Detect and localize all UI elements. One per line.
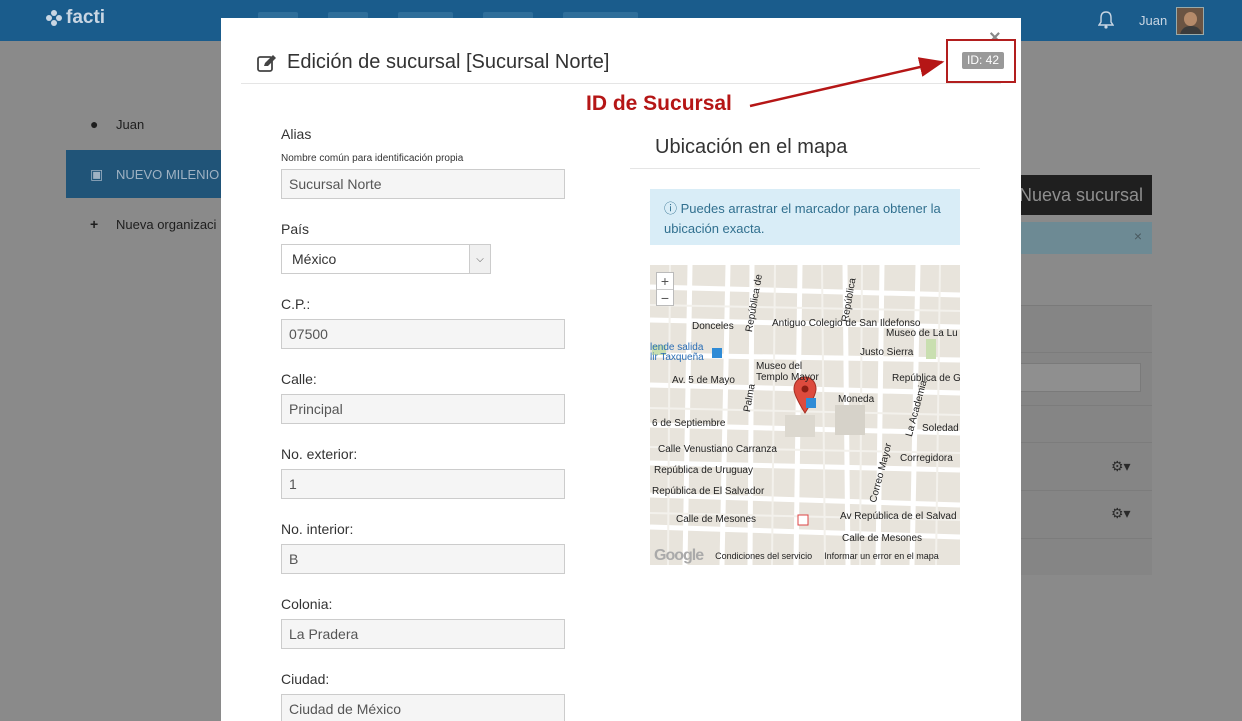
map-street-label: Av. 5 de Mayo	[672, 375, 735, 386]
id-highlight-frame: ID: 42	[946, 39, 1016, 83]
map-info-text: Puedes arrastrar el marcador para obtene…	[664, 201, 941, 236]
interior-number-input[interactable]: B	[281, 544, 565, 574]
alias-label: Alias	[281, 126, 312, 142]
zoom-out-button[interactable]: −	[657, 290, 673, 306]
divider	[1018, 442, 1152, 443]
branch-id-badge: ID: 42	[962, 52, 1005, 69]
country-label: País	[281, 221, 310, 237]
map-street-label: Calle de Mesones	[676, 514, 757, 525]
map-street-label: Corregidora	[900, 453, 953, 464]
sidebar-item-label: Juan	[116, 116, 145, 132]
exterior-number-input[interactable]: 1	[281, 469, 565, 499]
modal-header: Edición de sucursal [Sucursal Norte]	[241, 18, 1001, 84]
modal-title: Edición de sucursal [Sucursal Norte]	[257, 51, 609, 74]
map-heading: Ubicación en el mapa	[655, 136, 848, 158]
divider	[1018, 490, 1152, 491]
map-place-label: Museo de La Lu	[886, 328, 958, 339]
divider	[1018, 405, 1152, 406]
colonia-label: Colonia:	[281, 596, 333, 612]
sidebar-item-label: Nueva organizaci	[116, 216, 217, 232]
modal-title-text: Edición de sucursal [Sucursal Norte]	[287, 51, 610, 73]
map-place-label: Museo del Templo Mayor	[756, 361, 819, 383]
info-icon: ⓘ	[664, 201, 678, 216]
id-annotation-label: ID de Sucursal	[586, 92, 732, 115]
street-input[interactable]: Principal	[281, 394, 565, 424]
map-info-alert: ⓘ Puedes arrastrar el marcador para obte…	[650, 189, 960, 245]
cp-input[interactable]: 07500	[281, 319, 565, 349]
map-footer: Google Condiciones del servicio Informar…	[650, 547, 960, 565]
divider	[1018, 352, 1152, 353]
alias-input[interactable]: Sucursal Norte	[281, 169, 565, 199]
divider	[630, 168, 980, 169]
zoom-in-button[interactable]: +	[657, 273, 673, 289]
sidebar-item-label: NUEVO MILENIO A	[116, 166, 231, 182]
interior-number-label: No. interior:	[281, 521, 354, 537]
search-input[interactable]	[1018, 363, 1141, 392]
alert-close-icon[interactable]: ×	[1134, 228, 1142, 244]
logo-text: facti	[66, 7, 106, 28]
country-select-value: México	[292, 251, 337, 267]
building-icon: ▣	[90, 165, 104, 182]
map-street-label: Calle Venustiano Carranza	[658, 444, 777, 455]
edit-icon	[257, 54, 276, 72]
map-street-label: República de El Salvador	[652, 486, 765, 497]
bell-icon[interactable]	[1098, 11, 1114, 29]
map-street-label: Moneda	[838, 394, 875, 405]
city-label: Ciudad:	[281, 671, 330, 687]
gear-icon[interactable]: ⚙▾	[1111, 458, 1131, 475]
avatar[interactable]	[1176, 7, 1204, 35]
metro-label: lir Taxqueña	[650, 352, 704, 363]
google-logo: Google	[654, 547, 704, 564]
city-input[interactable]: Ciudad de México	[281, 694, 565, 721]
user-name[interactable]: Juan	[1139, 13, 1167, 28]
map-street-label: Donceles	[692, 321, 734, 332]
map-street-label: Justo Sierra	[860, 347, 914, 358]
divider	[1018, 538, 1152, 539]
map-report-link[interactable]: Informar un error en el mapa	[824, 551, 939, 561]
chevron-down-icon: ⌵	[469, 245, 490, 273]
new-branch-button[interactable]: Nueva sucursal	[1015, 175, 1152, 215]
street-label: Calle:	[281, 371, 317, 387]
map-street-label: 6 de Septiembre	[652, 418, 726, 429]
map-terms-link[interactable]: Condiciones del servicio	[715, 551, 812, 561]
country-select[interactable]: México ⌵	[281, 244, 491, 274]
map-street-label: República de Uruguay	[654, 465, 753, 476]
branch-edit-modal: Edición de sucursal [Sucursal Norte] × I…	[221, 18, 1021, 721]
gear-icon[interactable]: ⚙▾	[1111, 505, 1131, 522]
map-street-label: Av República de el Salvad	[840, 511, 957, 522]
branches-panel	[1018, 305, 1152, 575]
exterior-number-label: No. exterior:	[281, 446, 358, 462]
plus-icon: +	[90, 216, 99, 232]
map-street-label: Calle de Mesones	[842, 533, 923, 544]
logo-icon	[46, 10, 62, 26]
app-logo[interactable]: facti	[46, 7, 105, 29]
location-map[interactable]: Donceles Antiguo Colegio de San Ildefons…	[650, 265, 960, 565]
user-icon: ●	[90, 116, 99, 132]
map-street-label: Soledad	[922, 423, 959, 434]
background-alert: ×	[1018, 222, 1152, 254]
cp-label: C.P.:	[281, 296, 311, 312]
map-zoom-control: + −	[656, 272, 674, 306]
alias-help: Nombre común para identificación propia	[281, 153, 464, 164]
colonia-input[interactable]: La Pradera	[281, 619, 565, 649]
